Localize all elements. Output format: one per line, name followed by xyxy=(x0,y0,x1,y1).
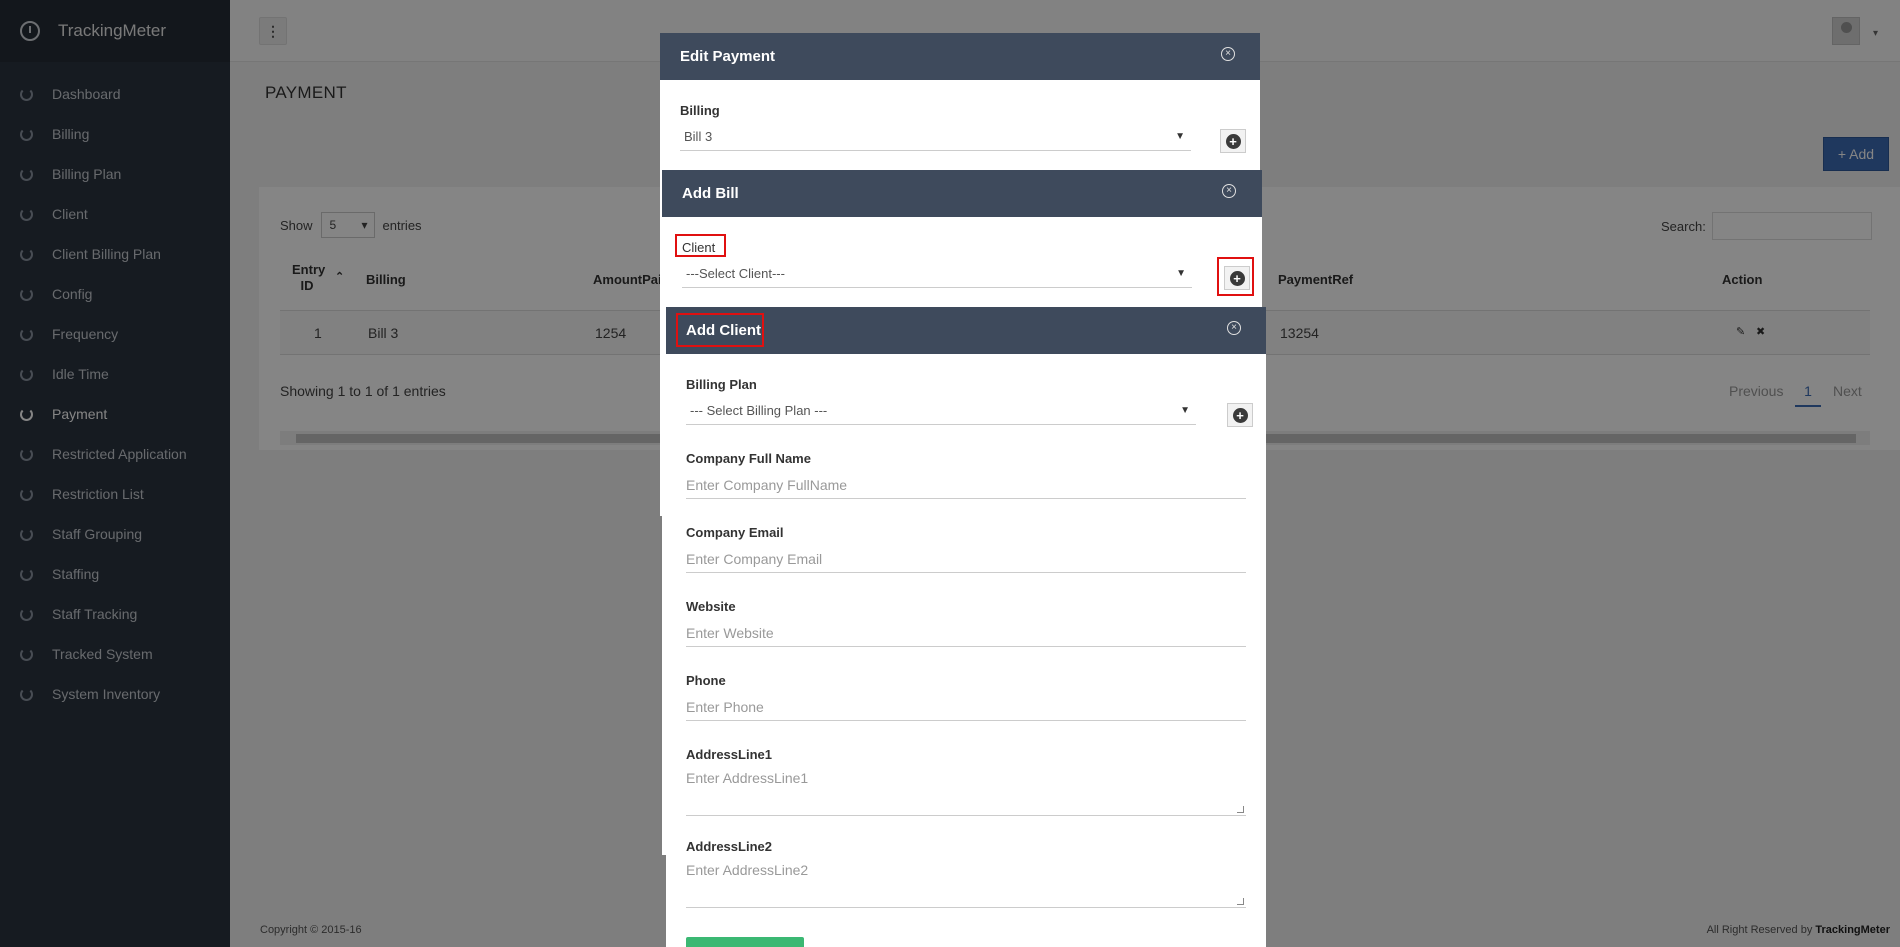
website-label: Website xyxy=(686,599,736,614)
plus-circle-icon: + xyxy=(1232,407,1248,423)
plus-circle-icon: + xyxy=(1225,133,1241,149)
company-name-label: Company Full Name xyxy=(686,451,811,466)
address1-label: AddressLine1 xyxy=(686,747,772,762)
address1-textarea[interactable]: Enter AddressLine1 xyxy=(686,768,1246,816)
add-billing-button[interactable]: + xyxy=(1220,129,1246,153)
website-input[interactable]: Enter Website xyxy=(686,619,1246,647)
phone-input[interactable]: Enter Phone xyxy=(686,693,1246,721)
edit-payment-header: Edit Payment xyxy=(660,33,1260,80)
chevron-down-icon: ▼ xyxy=(1175,131,1185,142)
resize-handle-icon[interactable] xyxy=(1237,806,1244,813)
close-add-client-icon[interactable]: × xyxy=(1227,321,1241,335)
highlight-add-client-button xyxy=(1217,257,1254,296)
close-edit-payment-icon[interactable]: × xyxy=(1221,47,1235,61)
highlight-add-client-title xyxy=(676,313,764,347)
address2-label: AddressLine2 xyxy=(686,839,772,854)
save-client-button[interactable] xyxy=(686,937,804,947)
company-name-input[interactable]: Enter Company FullName xyxy=(686,471,1246,499)
billing-plan-select[interactable]: --- Select Billing Plan --- ▼ xyxy=(686,397,1196,425)
client-select[interactable]: ---Select Client--- ▼ xyxy=(682,260,1192,288)
resize-handle-icon[interactable] xyxy=(1237,898,1244,905)
close-add-bill-icon[interactable]: × xyxy=(1222,184,1236,198)
highlight-client-label xyxy=(675,234,726,257)
add-billing-plan-button[interactable]: + xyxy=(1227,403,1253,427)
company-email-label: Company Email xyxy=(686,525,784,540)
add-bill-header: Add Bill xyxy=(662,170,1262,217)
chevron-down-icon: ▼ xyxy=(1176,268,1186,279)
phone-label: Phone xyxy=(686,673,726,688)
billing-label: Billing xyxy=(680,103,720,118)
address2-textarea[interactable]: Enter AddressLine2 xyxy=(686,860,1246,908)
billing-plan-label: Billing Plan xyxy=(686,377,757,392)
billing-select[interactable]: Bill 3 ▼ xyxy=(680,123,1191,151)
company-email-input[interactable]: Enter Company Email xyxy=(686,545,1246,573)
chevron-down-icon: ▼ xyxy=(1180,405,1190,416)
